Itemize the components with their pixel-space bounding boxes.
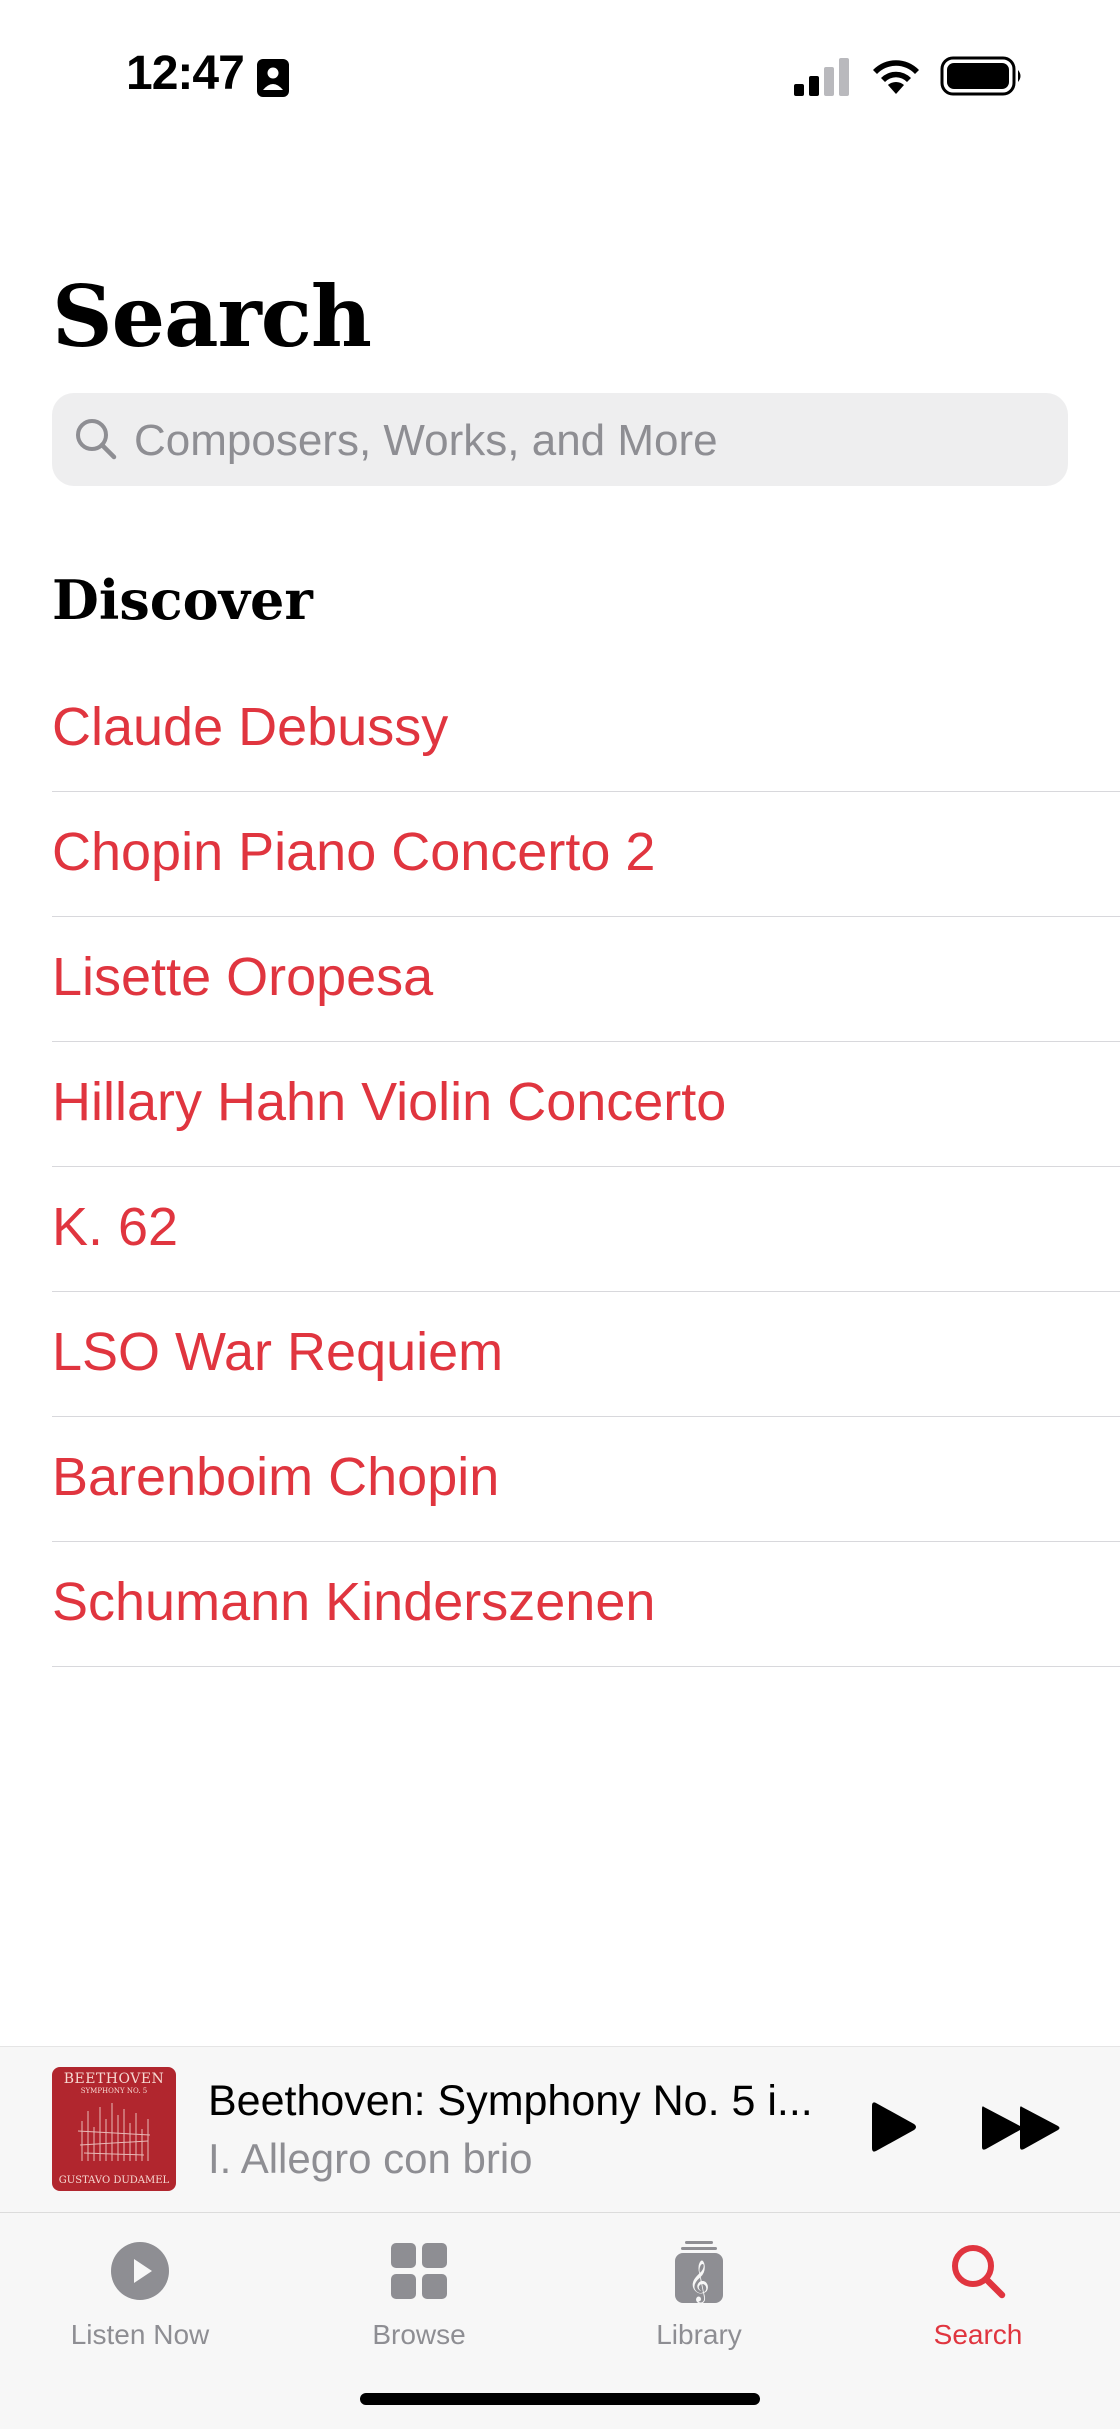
mini-player[interactable]: BEETHOVEN SYMPHONY NO. 5 GUSTAVO DUDAMEL… bbox=[0, 2046, 1120, 2213]
tab-label: Listen Now bbox=[70, 2319, 210, 2350]
list-item[interactable]: K. 62 bbox=[52, 1167, 1120, 1292]
tab-label: Browse bbox=[372, 2319, 466, 2350]
tab-library[interactable]: 𝄞 Library bbox=[599, 2231, 799, 2351]
album-artwork[interactable]: BEETHOVEN SYMPHONY NO. 5 GUSTAVO DUDAMEL bbox=[52, 2067, 176, 2191]
discover-link[interactable]: Schumann Kinderszenen bbox=[52, 1570, 655, 1638]
status-time: 12:47 bbox=[126, 47, 245, 100]
discover-link[interactable]: Claude Debussy bbox=[52, 695, 448, 763]
list-item[interactable]: Chopin Piano Concerto 2 bbox=[52, 792, 1120, 917]
contact-card-icon bbox=[256, 58, 290, 103]
fast-forward-icon bbox=[982, 2106, 1060, 2150]
tab-search[interactable]: Search bbox=[878, 2231, 1078, 2351]
list-item[interactable]: Claude Debussy bbox=[52, 667, 1120, 792]
album-art-artist: GUSTAVO DUDAMEL bbox=[58, 2175, 170, 2186]
search-input[interactable] bbox=[132, 393, 1036, 488]
album-art-subtitle: SYMPHONY NO. 5 bbox=[80, 2087, 148, 2095]
grid-icon bbox=[389, 2241, 449, 2301]
list-item[interactable]: Schumann Kinderszenen bbox=[52, 1542, 1120, 1667]
fast-forward-button[interactable] bbox=[980, 2103, 1064, 2158]
play-button[interactable] bbox=[866, 2099, 922, 2160]
svg-text:𝄞: 𝄞 bbox=[688, 2260, 709, 2303]
search-icon bbox=[948, 2241, 1008, 2301]
tab-label: Library bbox=[656, 2319, 742, 2350]
discover-link[interactable]: Barenboim Chopin bbox=[52, 1445, 499, 1513]
battery-icon bbox=[940, 56, 1024, 101]
discover-heading: Discover bbox=[52, 568, 313, 632]
now-playing-subtitle: I. Allegro con brio bbox=[208, 2135, 533, 2182]
play-icon bbox=[872, 2102, 916, 2152]
search-icon bbox=[72, 415, 120, 468]
cellular-signal-icon bbox=[794, 58, 850, 101]
album-art-title: BEETHOVEN bbox=[63, 2071, 165, 2087]
status-bar: 12:47 bbox=[0, 0, 1120, 150]
list-item[interactable]: Barenboim Chopin bbox=[52, 1417, 1120, 1542]
discover-link[interactable]: Chopin Piano Concerto 2 bbox=[52, 820, 655, 888]
list-item[interactable]: LSO War Requiem bbox=[52, 1292, 1120, 1417]
page-title: Search bbox=[52, 267, 372, 366]
tab-listen-now[interactable]: Listen Now bbox=[40, 2231, 240, 2351]
play-circle-icon bbox=[110, 2241, 170, 2301]
search-field[interactable] bbox=[52, 393, 1068, 488]
list-item[interactable]: Hillary Hahn Violin Concerto bbox=[52, 1042, 1120, 1167]
discover-list: Claude Debussy Chopin Piano Concerto 2 L… bbox=[52, 667, 1120, 1667]
tab-label: Search bbox=[933, 2319, 1023, 2350]
discover-link[interactable]: LSO War Requiem bbox=[52, 1320, 503, 1388]
wifi-icon bbox=[870, 54, 922, 101]
home-indicator[interactable] bbox=[360, 2393, 760, 2405]
discover-link[interactable]: Lisette Oropesa bbox=[52, 945, 433, 1013]
list-item[interactable]: Lisette Oropesa bbox=[52, 917, 1120, 1042]
tab-browse[interactable]: Browse bbox=[319, 2231, 519, 2351]
album-art-illustration bbox=[77, 2103, 151, 2161]
music-library-icon: 𝄞 bbox=[669, 2241, 729, 2303]
discover-link[interactable]: Hillary Hahn Violin Concerto bbox=[52, 1070, 726, 1138]
discover-link[interactable]: K. 62 bbox=[52, 1195, 178, 1263]
now-playing-title: Beethoven: Symphony No. 5 i... bbox=[208, 2077, 813, 2125]
